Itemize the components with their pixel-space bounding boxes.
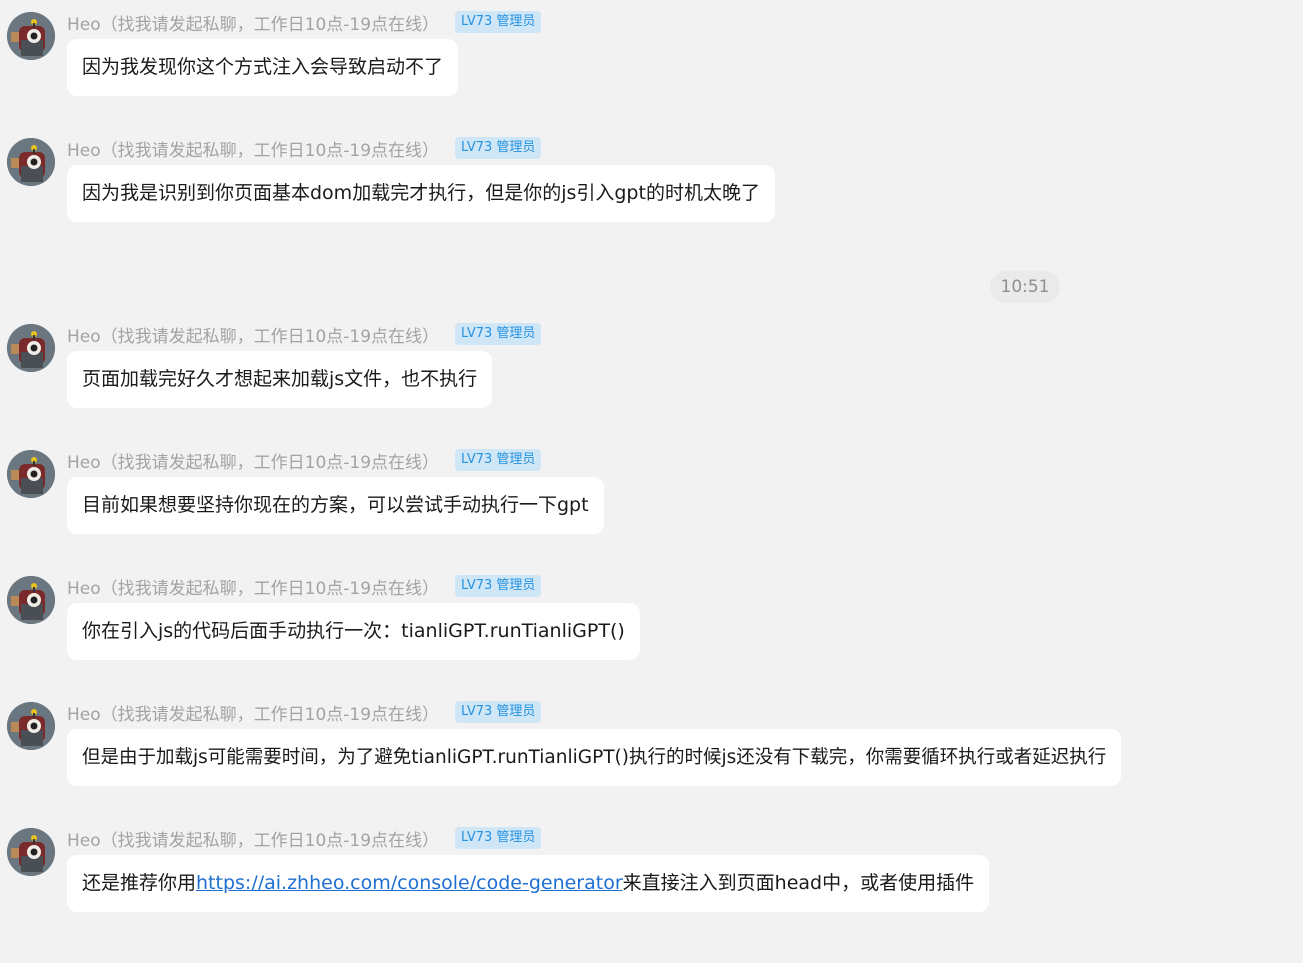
sender-row: Heo（找我请发起私聊，工作日10点-19点在线） LV73 管理员 [67, 10, 542, 35]
level-badge: LV73 管理员 [455, 827, 542, 849]
message-text-after-link: 来直接注入到页面head中，或者使用插件 [622, 872, 975, 894]
level-badge: LV73 管理员 [455, 575, 542, 597]
avatar-robot-icon [7, 576, 55, 624]
avatar-robot-icon [7, 138, 55, 186]
message-bubble: 还是推荐你用https://ai.zhheo.com/console/code-… [67, 855, 990, 912]
code-generator-link[interactable]: https://ai.zhheo.com/console/code-genera… [196, 872, 623, 894]
sender-row: Heo（找我请发起私聊，工作日10点-19点在线） LV73 管理员 [67, 136, 542, 161]
sender-row: Heo（找我请发起私聊，工作日10点-19点在线） LV73 管理员 [67, 700, 542, 725]
avatar-robot-icon [7, 702, 55, 750]
avatar[interactable] [7, 828, 55, 876]
message-bubble: 但是由于加载js可能需要时间，为了避免tianliGPT.runTianliGP… [67, 729, 1122, 786]
sender-name[interactable]: Heo（找我请发起私聊，工作日10点-19点在线） [67, 700, 439, 725]
avatar[interactable] [7, 576, 55, 624]
level-badge: LV73 管理员 [455, 11, 542, 33]
avatar[interactable] [7, 12, 55, 60]
avatar-robot-icon [7, 12, 55, 60]
sender-row: Heo（找我请发起私聊，工作日10点-19点在线） LV73 管理员 [67, 448, 542, 473]
avatar[interactable] [7, 324, 55, 372]
message-bubble: 因为我是识别到你页面基本dom加载完才执行，但是你的js引入gpt的时机太晚了 [67, 165, 775, 222]
avatar-robot-icon [7, 450, 55, 498]
sender-row: Heo（找我请发起私聊，工作日10点-19点在线） LV73 管理员 [67, 322, 542, 347]
sender-name[interactable]: Heo（找我请发起私聊，工作日10点-19点在线） [67, 826, 439, 851]
message-bubble: 目前如果想要坚持你现在的方案，可以尝试手动执行一下gpt [67, 477, 604, 534]
chat-window: Heo（找我请发起私聊，工作日10点-19点在线） LV73 管理员 因为我发现… [0, 0, 1303, 963]
timestamp: 10:51 [990, 271, 1060, 303]
sender-name[interactable]: Heo（找我请发起私聊，工作日10点-19点在线） [67, 574, 439, 599]
message-bubble: 你在引入js的代码后面手动执行一次：tianliGPT.runTianliGPT… [67, 603, 640, 660]
avatar-robot-icon [7, 828, 55, 876]
sender-name[interactable]: Heo（找我请发起私聊，工作日10点-19点在线） [67, 322, 439, 347]
avatar-robot-icon [7, 324, 55, 372]
message-text-before-link: 还是推荐你用 [82, 872, 197, 894]
message-bubble: 页面加载完好久才想起来加载js文件，也不执行 [67, 351, 493, 408]
sender-name[interactable]: Heo（找我请发起私聊，工作日10点-19点在线） [67, 10, 439, 35]
sender-name[interactable]: Heo（找我请发起私聊，工作日10点-19点在线） [67, 448, 439, 473]
message-bubble: 因为我发现你这个方式注入会导致启动不了 [67, 39, 459, 96]
avatar[interactable] [7, 702, 55, 750]
level-badge: LV73 管理员 [455, 137, 542, 159]
sender-name[interactable]: Heo（找我请发起私聊，工作日10点-19点在线） [67, 136, 439, 161]
avatar[interactable] [7, 138, 55, 186]
level-badge: LV73 管理员 [455, 449, 542, 471]
sender-row: Heo（找我请发起私聊，工作日10点-19点在线） LV73 管理员 [67, 574, 542, 599]
sender-row: Heo（找我请发起私聊，工作日10点-19点在线） LV73 管理员 [67, 826, 542, 851]
avatar[interactable] [7, 450, 55, 498]
level-badge: LV73 管理员 [455, 701, 542, 723]
level-badge: LV73 管理员 [455, 323, 542, 345]
